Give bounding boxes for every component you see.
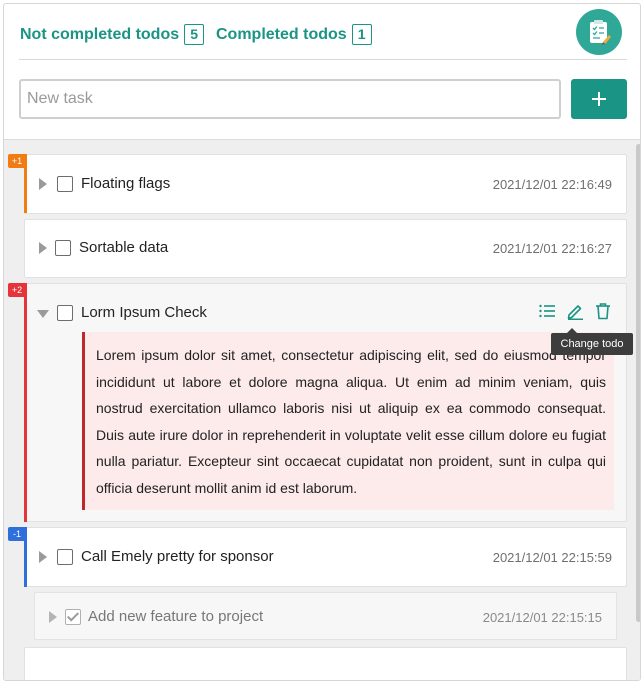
- todo-description: Lorem ipsum dolor sit amet, consectetur …: [82, 332, 614, 510]
- expand-caret-icon[interactable]: [39, 242, 47, 254]
- add-task-button[interactable]: [571, 79, 627, 119]
- todo-checkbox[interactable]: [57, 176, 73, 192]
- todo-checkbox[interactable]: [57, 305, 73, 321]
- todo-title[interactable]: Floating flags: [81, 175, 170, 192]
- todo-item: Sortable data 2021/12/01 22:16:27: [24, 219, 627, 278]
- subtask-item: Add new feature to project 2021/12/01 22…: [34, 592, 617, 640]
- todo-item: -1 Call Emely pretty for sponsor 2021/12…: [8, 527, 627, 587]
- todo-actions: [538, 302, 612, 320]
- list-scrollbar[interactable]: [636, 144, 640, 622]
- checklist-pencil-icon: [576, 9, 622, 55]
- todo-title[interactable]: Lorm Ipsum Check: [81, 304, 207, 321]
- todo-item-expanded: +2 Lorm Ipsum Check Lorem ipsum dolor si…: [8, 283, 627, 522]
- tab-not-completed[interactable]: Not completed todos 5: [20, 24, 205, 45]
- todo-item: +1 Floating flags 2021/12/01 22:16:49: [8, 154, 627, 214]
- change-todo-tooltip: Change todo: [551, 328, 633, 355]
- priority-badge: +1: [8, 154, 26, 168]
- todo-list: +1 Floating flags 2021/12/01 22:16:49 So…: [4, 139, 640, 680]
- todo-app: Not completed todos 5 Completed todos 1: [3, 3, 641, 681]
- tab-not-completed-label: Not completed todos: [20, 25, 180, 43]
- todo-timestamp: 2021/12/01 22:16:49: [492, 177, 612, 192]
- todo-title[interactable]: Sortable data: [79, 239, 168, 256]
- expand-caret-icon[interactable]: [39, 178, 47, 190]
- plus-icon: [592, 92, 606, 106]
- collapse-caret-icon[interactable]: [37, 310, 49, 318]
- list-icon[interactable]: [538, 302, 556, 320]
- subtask-timestamp: 2021/12/01 22:15:15: [482, 610, 602, 625]
- tab-completed-label: Completed todos: [216, 25, 347, 43]
- todo-checkbox[interactable]: [57, 549, 73, 565]
- subtask-checkbox[interactable]: [65, 609, 81, 625]
- tab-completed[interactable]: Completed todos 1: [216, 24, 372, 45]
- priority-badge: -1: [8, 527, 26, 541]
- expand-caret-icon[interactable]: [49, 611, 57, 623]
- subtask-title[interactable]: Add new feature to project: [88, 608, 263, 625]
- trash-icon[interactable]: [594, 302, 612, 320]
- priority-badge: +2: [8, 283, 26, 297]
- completed-count: 1: [351, 24, 372, 45]
- todo-timestamp: 2021/12/01 22:16:27: [492, 241, 612, 256]
- todo-checkbox[interactable]: [55, 240, 71, 256]
- edit-pencil-icon[interactable]: [566, 302, 584, 320]
- header: Not completed todos 5 Completed todos 1: [19, 4, 627, 60]
- todo-timestamp: 2021/12/01 22:15:59: [492, 550, 612, 565]
- expand-caret-icon[interactable]: [39, 551, 47, 563]
- todo-title[interactable]: Call Emely pretty for sponsor: [81, 548, 274, 565]
- new-task-input[interactable]: [19, 79, 561, 119]
- todo-item: [24, 647, 627, 680]
- not-completed-count: 5: [184, 24, 205, 45]
